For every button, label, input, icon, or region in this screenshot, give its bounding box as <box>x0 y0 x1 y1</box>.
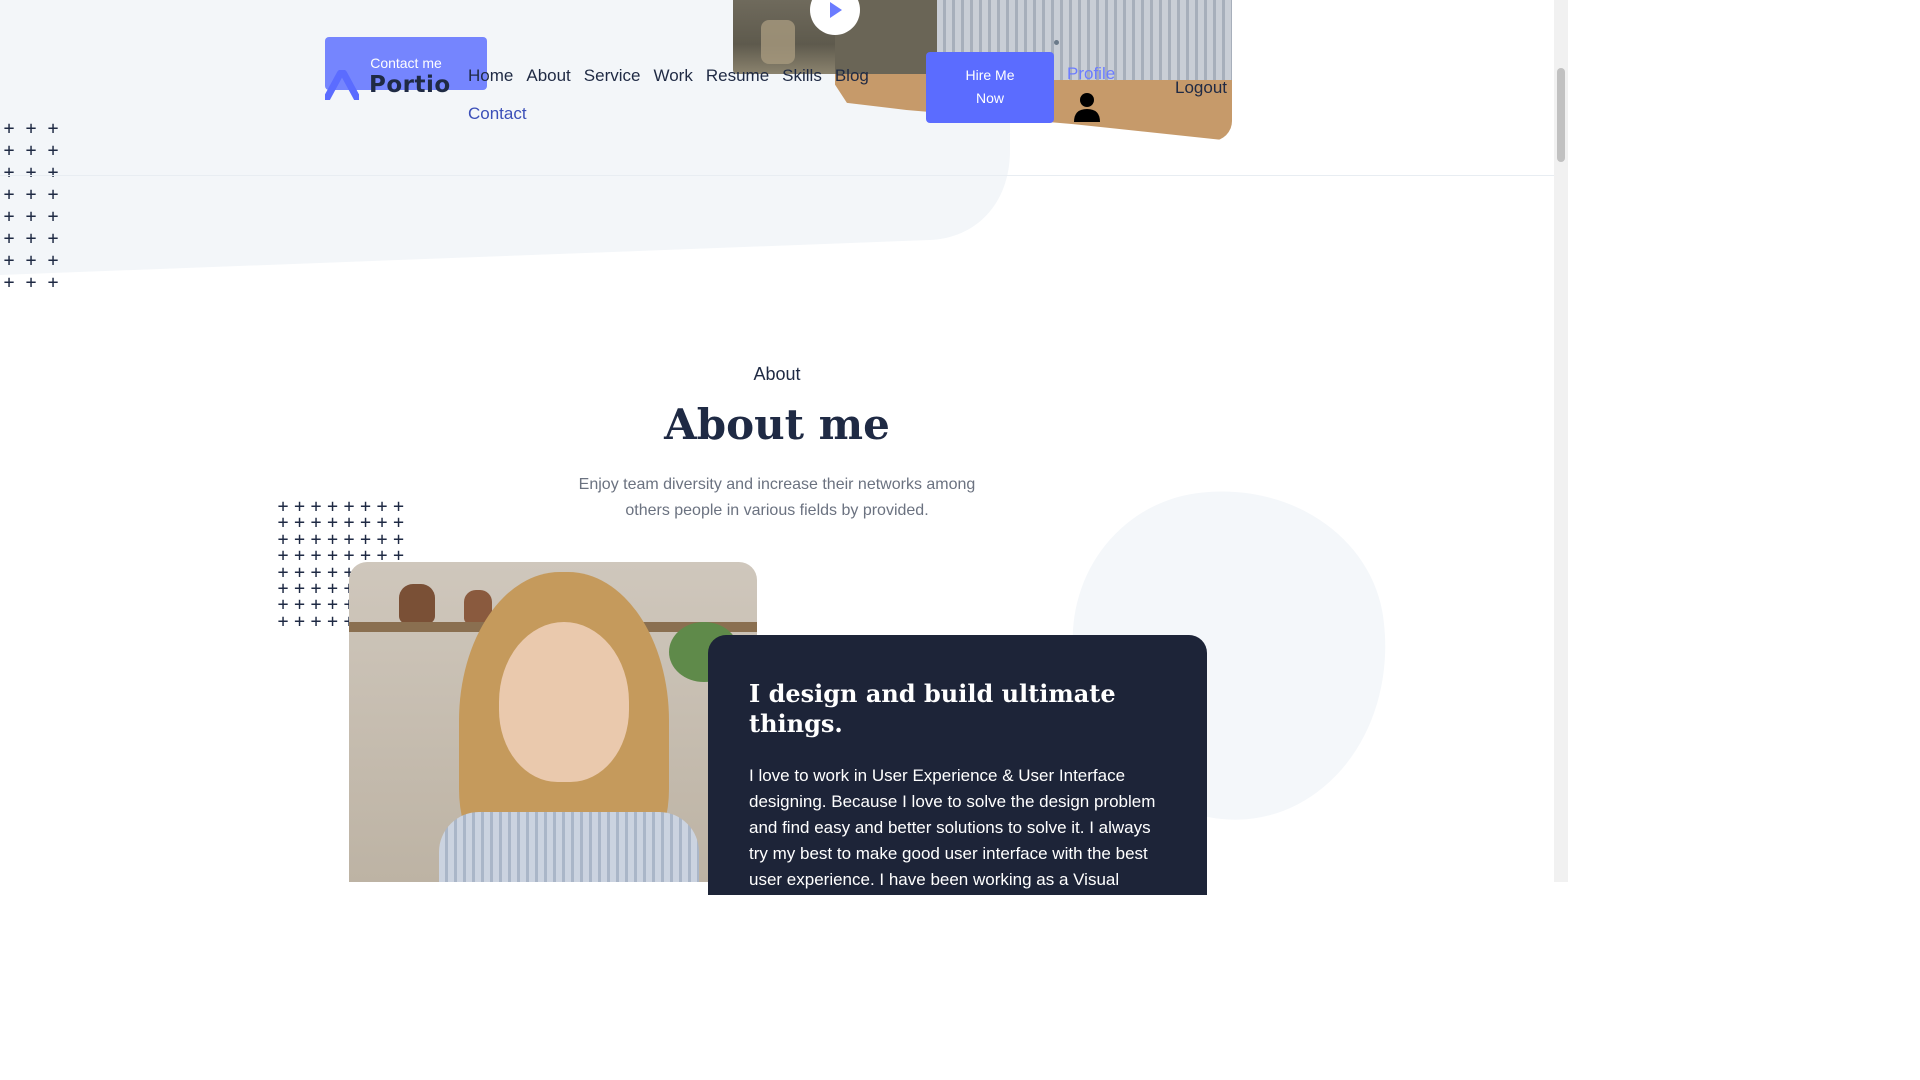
plus-mark: + <box>25 140 37 161</box>
hire-me-label-line1: Hire Me <box>965 67 1015 83</box>
plus-mark: + <box>25 184 37 205</box>
main-nav: Home About Service Work Resume Skills Bl… <box>468 57 869 133</box>
nav-work[interactable]: Work <box>653 66 692 86</box>
plus-mark: + <box>3 206 15 227</box>
plus-mark: + <box>3 140 15 161</box>
plus-mark: + <box>3 228 15 249</box>
plus-mark: + <box>25 206 37 227</box>
plus-mark: + <box>47 250 59 271</box>
logo-text: Portio <box>369 72 451 98</box>
plus-mark: + <box>47 162 59 183</box>
slider-dot[interactable] <box>1054 40 1059 45</box>
nav-blog[interactable]: Blog <box>835 66 869 86</box>
plus-mark: + <box>25 228 37 249</box>
section-eyebrow: About <box>753 364 801 384</box>
plus-mark: + <box>47 140 59 161</box>
hire-me-button[interactable]: Hire Me Now <box>926 52 1054 123</box>
plus-mark: + <box>3 272 15 293</box>
about-card-title: I design and build ultimate things. <box>749 679 1116 738</box>
logo-icon <box>325 70 359 100</box>
plus-mark: + <box>3 184 15 205</box>
scrollbar-thumb[interactable] <box>1557 68 1565 162</box>
logout-link[interactable]: Logout <box>1175 78 1227 98</box>
scrollbar[interactable] <box>1554 0 1568 882</box>
nav-about[interactable]: About <box>526 66 570 86</box>
plus-mark: + <box>327 610 338 632</box>
plus-mark: + <box>277 610 289 632</box>
plus-mark: + <box>294 610 305 632</box>
plus-mark: + <box>3 250 15 271</box>
plus-mark: + <box>310 610 322 632</box>
about-card-text: I love to work in User Experience & User… <box>749 766 1156 915</box>
nav-skills[interactable]: Skills <box>782 66 822 86</box>
nav-contact[interactable]: Contact <box>468 104 527 124</box>
user-icon[interactable] <box>1073 92 1101 122</box>
plus-mark: + <box>47 206 59 227</box>
header-divider <box>0 175 1554 176</box>
plus-pattern-left: + + + + + + + + + + + + + + + + + + + + + + + + <box>2 120 62 295</box>
nav-home[interactable]: Home <box>468 66 513 86</box>
plus-mark: + <box>47 184 59 205</box>
plus-mark: + <box>25 118 37 139</box>
plus-mark: + <box>47 228 59 249</box>
plus-mark: + <box>3 162 15 183</box>
plus-mark: + <box>47 272 59 293</box>
profile-link[interactable]: Profile <box>1067 64 1115 84</box>
logo[interactable]: Portio <box>325 70 451 100</box>
nav-resume[interactable]: Resume <box>706 66 769 86</box>
play-icon <box>830 2 842 18</box>
nav-service[interactable]: Service <box>584 66 641 86</box>
plus-mark: + <box>25 272 37 293</box>
about-photo <box>349 562 757 882</box>
about-card: I design and build ultimate things. I lo… <box>708 635 1207 915</box>
plus-mark: + <box>25 162 37 183</box>
plus-mark: + <box>25 250 37 271</box>
plus-mark: + <box>3 118 15 139</box>
plus-mark: + <box>47 118 59 139</box>
section-title: About me <box>664 400 890 449</box>
section-description: Enjoy team diversity and increase their … <box>578 476 976 519</box>
hire-me-label-line2: Now <box>975 90 1004 106</box>
